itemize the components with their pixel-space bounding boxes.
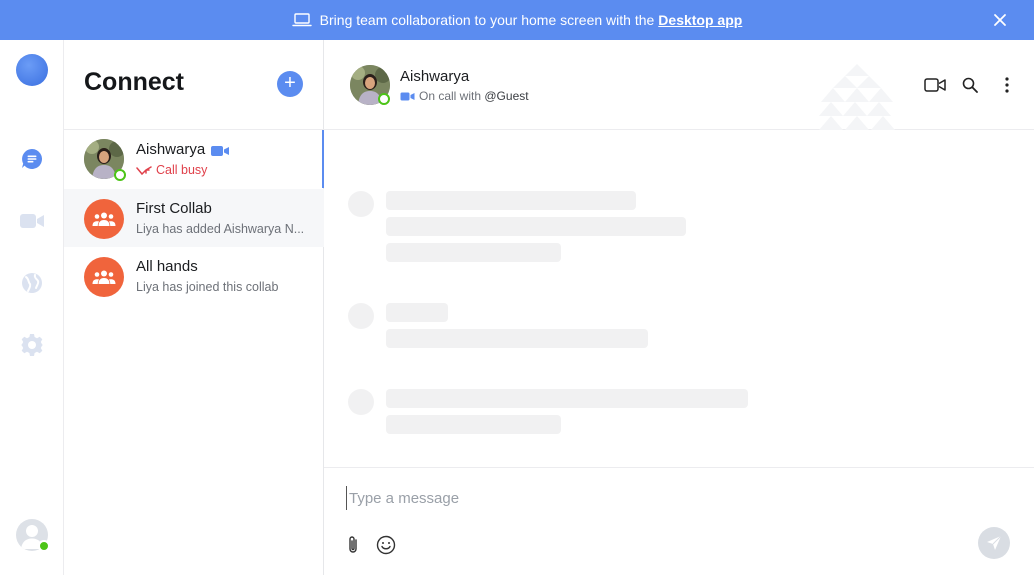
group-avatar: [84, 257, 124, 297]
emoji-button[interactable]: [375, 534, 397, 556]
chat-header: Aishwarya On call with @Guest: [324, 40, 1034, 130]
conversation-name: First Collab: [136, 200, 212, 217]
conversation-item-first-collab[interactable]: First Collab Liya has added Aishwarya N.…: [64, 189, 324, 247]
message-input[interactable]: [346, 486, 986, 510]
group-icon: [92, 270, 116, 284]
conversation-preview: Liya has joined this collab: [136, 280, 279, 294]
desktop-app-link[interactable]: Desktop app: [658, 12, 742, 28]
page-title: Connect: [84, 68, 184, 96]
smiley-icon: [376, 535, 396, 555]
current-user-online-indicator: [38, 540, 50, 552]
skeleton-line: [386, 303, 448, 322]
video-nav-icon[interactable]: [18, 207, 46, 235]
conversation-list: Connect + Aishwarya Call busy First Coll…: [64, 40, 324, 575]
online-indicator: [114, 169, 126, 181]
call-status: Call busy: [156, 163, 208, 177]
skeleton-line: [386, 243, 561, 262]
attach-button[interactable]: [342, 534, 364, 556]
send-button[interactable]: [978, 527, 1010, 559]
call-status-user: @Guest: [484, 89, 529, 103]
add-conversation-button[interactable]: +: [277, 71, 303, 97]
send-icon: [987, 535, 1002, 550]
call-status-prefix: On call with: [419, 89, 482, 103]
nav-rail: [0, 40, 64, 575]
skeleton-line: [386, 389, 748, 408]
plus-icon: +: [284, 72, 296, 94]
desktop-app-banner: Bring team collaboration to your home sc…: [0, 0, 1034, 40]
video-icon: [924, 78, 946, 92]
message-composer: [324, 467, 1034, 575]
online-indicator: [378, 93, 390, 105]
decorative-triangles: [819, 64, 895, 130]
conversation-name: Aishwarya: [136, 141, 206, 158]
skeleton-line: [386, 415, 561, 434]
globe-nav-icon[interactable]: [18, 269, 46, 297]
call-status: On call with @Guest: [419, 89, 529, 103]
more-options-button[interactable]: [996, 74, 1018, 96]
video-call-icon: [400, 92, 415, 101]
missed-call-icon: [136, 166, 152, 176]
chat-nav-icon[interactable]: [18, 145, 46, 173]
group-avatar: [84, 199, 124, 239]
close-icon[interactable]: [990, 10, 1010, 30]
skeleton-line: [386, 217, 686, 236]
skeleton-avatar: [348, 303, 374, 329]
banner-text: Bring team collaboration to your home sc…: [319, 12, 655, 28]
settings-nav-icon[interactable]: [18, 331, 46, 359]
search-icon: [962, 77, 978, 93]
skeleton-avatar: [348, 191, 374, 217]
skeleton-line: [386, 329, 648, 348]
conversation-item-all-hands[interactable]: All hands Liya has joined this collab: [64, 247, 324, 305]
conversation-item-aishwarya[interactable]: Aishwarya Call busy: [64, 130, 324, 188]
skeleton-line: [386, 191, 636, 210]
video-call-icon: [211, 146, 229, 156]
conversation-name: All hands: [136, 258, 198, 275]
skeleton-avatar: [348, 389, 374, 415]
kebab-menu-icon: [1005, 77, 1009, 93]
conversation-preview: Liya has added Aishwarya N...: [136, 222, 305, 236]
video-call-button[interactable]: [924, 74, 946, 96]
laptop-icon: [291, 13, 312, 27]
chat-name[interactable]: Aishwarya: [400, 68, 469, 85]
group-icon: [92, 212, 116, 226]
workspace-logo[interactable]: [16, 54, 48, 86]
paperclip-icon: [349, 536, 357, 553]
search-button[interactable]: [959, 74, 981, 96]
